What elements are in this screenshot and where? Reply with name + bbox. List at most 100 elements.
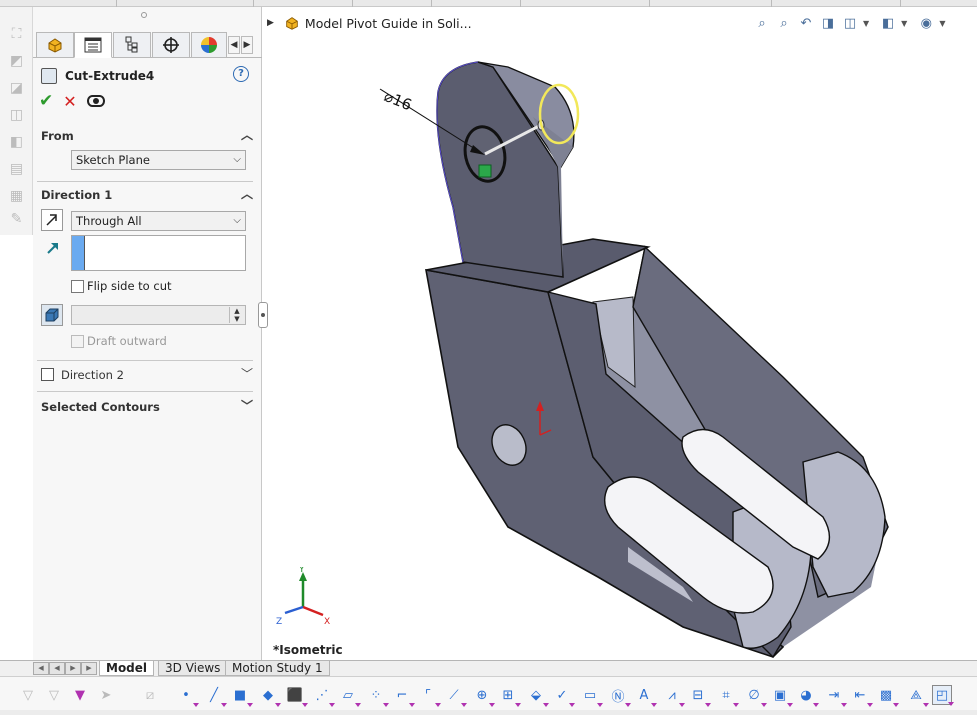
draft-angle-spinner[interactable]: ▲ ▼: [71, 305, 246, 325]
repair-sketch-icon[interactable]: ◫: [7, 106, 26, 125]
collapse-up-icon[interactable]: ︿: [240, 187, 254, 201]
direction1-section-header[interactable]: Direction 1 ︿: [41, 186, 254, 204]
part-model[interactable]: ⌀16: [263, 7, 977, 660]
select-all-filters-icon[interactable]: ▼: [70, 685, 90, 705]
relations-icon[interactable]: ◪: [7, 79, 26, 98]
tab-feature-manager[interactable]: [36, 32, 74, 58]
from-section-header[interactable]: From ︿: [41, 127, 254, 145]
wrench-icon[interactable]: ✎: [7, 210, 26, 229]
draft-icon: [45, 308, 59, 322]
filter-blocks-icon[interactable]: ⊟: [688, 685, 711, 707]
filter-hide-show-icon[interactable]: ▩: [876, 685, 899, 707]
tab-motion-study[interactable]: Motion Study 1: [225, 661, 330, 676]
filter-weld-symbols-icon[interactable]: ⩘: [662, 685, 685, 707]
ok-check-icon[interactable]: ✔: [39, 91, 53, 111]
filter-connection-points-icon[interactable]: ▣: [770, 685, 793, 707]
reverse-direction-button[interactable]: [41, 209, 63, 231]
filter-geometric-tolerance-icon[interactable]: ✓: [552, 685, 575, 707]
draft-outward-checkbox: [71, 335, 84, 348]
spinner-arrows[interactable]: ▲ ▼: [229, 307, 244, 323]
clear-filters-icon[interactable]: ▽: [44, 685, 64, 705]
flip-side-checkbox[interactable]: [71, 280, 84, 293]
tab-3d-views[interactable]: 3D Views: [158, 661, 228, 676]
grid-icon[interactable]: ▦: [7, 187, 26, 206]
filter-center-of-mass-icon[interactable]: ⇥: [824, 685, 847, 707]
filter-planes-icon[interactable]: ▱: [338, 685, 361, 707]
tab-navigation-buttons: ◀ ◀ ▶ ▶: [33, 662, 97, 675]
direction2-section-header[interactable]: Direction 2 ﹀: [61, 366, 254, 384]
tab-property-manager[interactable]: [74, 32, 112, 58]
collapse-up-icon[interactable]: ︿: [240, 128, 254, 142]
prev-tab-icon[interactable]: ◀: [49, 662, 65, 675]
filter-faces-active-icon[interactable]: ◰: [932, 685, 954, 706]
filter-centerline-icon[interactable]: ⊕: [472, 685, 495, 707]
cancel-x-icon[interactable]: ✕: [63, 92, 76, 111]
help-icon[interactable]: ?: [233, 66, 249, 82]
sketch-text-icon[interactable]: ⛶: [7, 25, 26, 44]
filter-solid-bodies-icon[interactable]: ⬛: [285, 685, 308, 707]
select-cursor-icon[interactable]: ➤: [96, 685, 116, 705]
ruler-icon[interactable]: ▤: [7, 160, 26, 179]
filter-surface-bodies-icon[interactable]: ◆: [258, 685, 281, 707]
sketch-picture-icon[interactable]: ◧: [7, 133, 26, 152]
direction-selection-box[interactable]: [71, 235, 246, 271]
filter-graphics-icon[interactable]: ⟁: [906, 685, 929, 707]
tab-scroll-right[interactable]: ▶: [241, 36, 253, 54]
expand-down-icon[interactable]: ﹀: [240, 399, 254, 413]
filter-cosmetic-threads-icon[interactable]: ⌗: [716, 685, 739, 707]
filter-notes-icon[interactable]: Ⓝ: [608, 685, 631, 707]
last-tab-icon[interactable]: ▶: [81, 662, 97, 675]
tab-configuration-manager[interactable]: [113, 32, 151, 58]
direction-vector-icon: [47, 243, 58, 254]
filter-surface-finish-icon[interactable]: ⬙: [526, 685, 549, 707]
graphics-area[interactable]: ▶ Model Pivot Guide in Soli... ⌕ ⌕ ↶ ◨ ◫…: [263, 7, 977, 660]
expand-down-icon[interactable]: ﹀: [240, 367, 254, 381]
from-select[interactable]: Sketch Plane ⌵: [71, 150, 246, 170]
tab-model[interactable]: Model: [99, 661, 155, 676]
panel-resize-handle[interactable]: [258, 302, 268, 328]
panel-grip[interactable]: [141, 12, 147, 18]
draft-outward-label: Draft outward: [87, 334, 167, 348]
filter-sketch-points-icon[interactable]: ⁘: [366, 685, 389, 707]
filter-vertices-icon[interactable]: •: [176, 685, 199, 707]
reverse-direction-icon: [46, 214, 57, 226]
draft-button[interactable]: [41, 304, 63, 326]
filter-midpoints-icon[interactable]: ⌜: [418, 685, 441, 707]
filter-center-marks-icon[interactable]: ⟋: [444, 685, 467, 707]
filter-mates-icon[interactable]: ⇤: [850, 685, 873, 707]
filter-sketch-segments-icon[interactable]: ⌐: [392, 685, 415, 707]
tab-display-manager[interactable]: [191, 32, 227, 58]
filter-axes-icon[interactable]: ⋰: [312, 685, 335, 707]
select-other-icon[interactable]: ⧄: [140, 685, 160, 705]
preview-eye-icon[interactable]: [86, 95, 105, 107]
top-toolbar-strip: [0, 0, 977, 7]
property-list-icon: [84, 37, 102, 53]
direction2-checkbox[interactable]: [41, 368, 54, 381]
filter-routing-points-icon[interactable]: ◕: [796, 685, 819, 707]
next-tab-icon[interactable]: ▶: [65, 662, 81, 675]
filter-toggle-icon[interactable]: ▽: [18, 685, 38, 705]
selection-filter-toolbar: ▽ ▽ ▼ ➤ ⧄ • ╱ ■ ◆ ⬛ ⋰ ▱ ⁘ ⌐ ⌜ ⟋ ⊕ ⊞ ⬙ ✓ …: [0, 676, 977, 710]
filter-edges-icon[interactable]: ╱: [204, 685, 227, 707]
confirm-actions: ✔ ✕: [39, 91, 105, 111]
filter-dowel-pins-icon[interactable]: ∅: [744, 685, 767, 707]
divider: [37, 181, 253, 182]
selected-contours-label: Selected Contours: [41, 400, 160, 414]
filter-faces-icon[interactable]: ■: [230, 685, 253, 707]
view-orientation-label: *Isometric: [273, 643, 343, 657]
cut-extrude-icon: [41, 68, 57, 84]
filter-datum-target-icon[interactable]: ▭: [580, 685, 603, 707]
tab-scroll-left[interactable]: ◀: [228, 36, 240, 54]
flip-side-label: Flip side to cut: [87, 279, 172, 293]
diameter-dimension[interactable]: ⌀16: [382, 87, 415, 114]
filter-annotation-icon[interactable]: A: [634, 685, 657, 707]
end-condition-value: Through All: [76, 214, 142, 228]
filter-dimensions-icon[interactable]: ⊞: [498, 685, 521, 707]
smart-dimension-icon[interactable]: ◩: [7, 52, 26, 71]
divider: [37, 360, 253, 361]
tab-dimxpert-manager[interactable]: [152, 32, 190, 58]
from-header-label: From: [41, 129, 74, 143]
selected-contours-header[interactable]: Selected Contours ﹀: [41, 398, 254, 416]
end-condition-select[interactable]: Through All ⌵: [71, 211, 246, 231]
first-tab-icon[interactable]: ◀: [33, 662, 49, 675]
